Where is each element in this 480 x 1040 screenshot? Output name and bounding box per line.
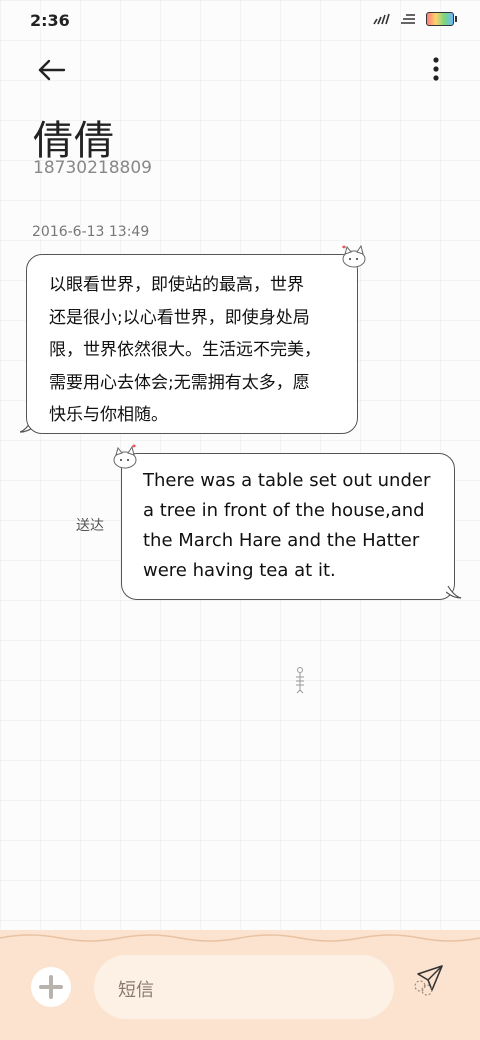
clover-decoration-icon	[414, 980, 433, 996]
top-bar	[0, 45, 480, 95]
message-line: 还是很小;以心看世界，即使身处局	[49, 307, 310, 328]
bubble-tail	[446, 585, 462, 599]
cat-sticker-icon	[342, 244, 366, 268]
status-time: 2:36	[30, 11, 70, 30]
message-input[interactable]	[94, 955, 394, 1019]
battery-icon	[426, 12, 457, 26]
add-attachment-button[interactable]	[31, 967, 71, 1007]
signal-icon	[373, 13, 390, 25]
message-line: a tree in front of the house,and	[143, 500, 425, 521]
delivery-status: 送达	[76, 518, 104, 534]
message-line: 以眼看世界，即使站的最高，世界	[49, 275, 304, 295]
wifi-icon	[401, 14, 415, 24]
plus-circle-icon	[39, 975, 63, 999]
outgoing-message-bubble[interactable]: There was a table set out under a tree i…	[121, 453, 455, 600]
more-options-button[interactable]	[428, 55, 444, 85]
more-vertical-icon	[433, 57, 439, 81]
message-line: the March Hare and the Hatter	[143, 530, 420, 551]
contact-number: 18730218809	[33, 158, 152, 178]
message-timestamp: 2016-6-13 13:49	[32, 224, 150, 240]
status-icons	[372, 12, 457, 26]
message-line: 快乐与你相随。	[49, 405, 168, 425]
back-button[interactable]	[34, 55, 70, 85]
wave-decoration	[0, 934, 480, 942]
incoming-message-bubble[interactable]: 以眼看世界，即使站的最高，世界 还是很小;以心看世界，即使身处局 限，世界依然很…	[26, 254, 358, 434]
message-line: were having tea at it.	[143, 560, 336, 581]
message-line: 需要用心去体会;无需拥有太多，愿	[49, 372, 310, 393]
status-bar: 2:36	[0, 0, 480, 40]
cat-sticker-icon	[113, 444, 137, 469]
message-line: There was a table set out under	[143, 470, 431, 491]
fishbone-icon	[296, 667, 304, 694]
message-line: 限，世界依然很大。生活远不完美，	[49, 340, 321, 360]
arrow-left-icon	[38, 59, 66, 81]
